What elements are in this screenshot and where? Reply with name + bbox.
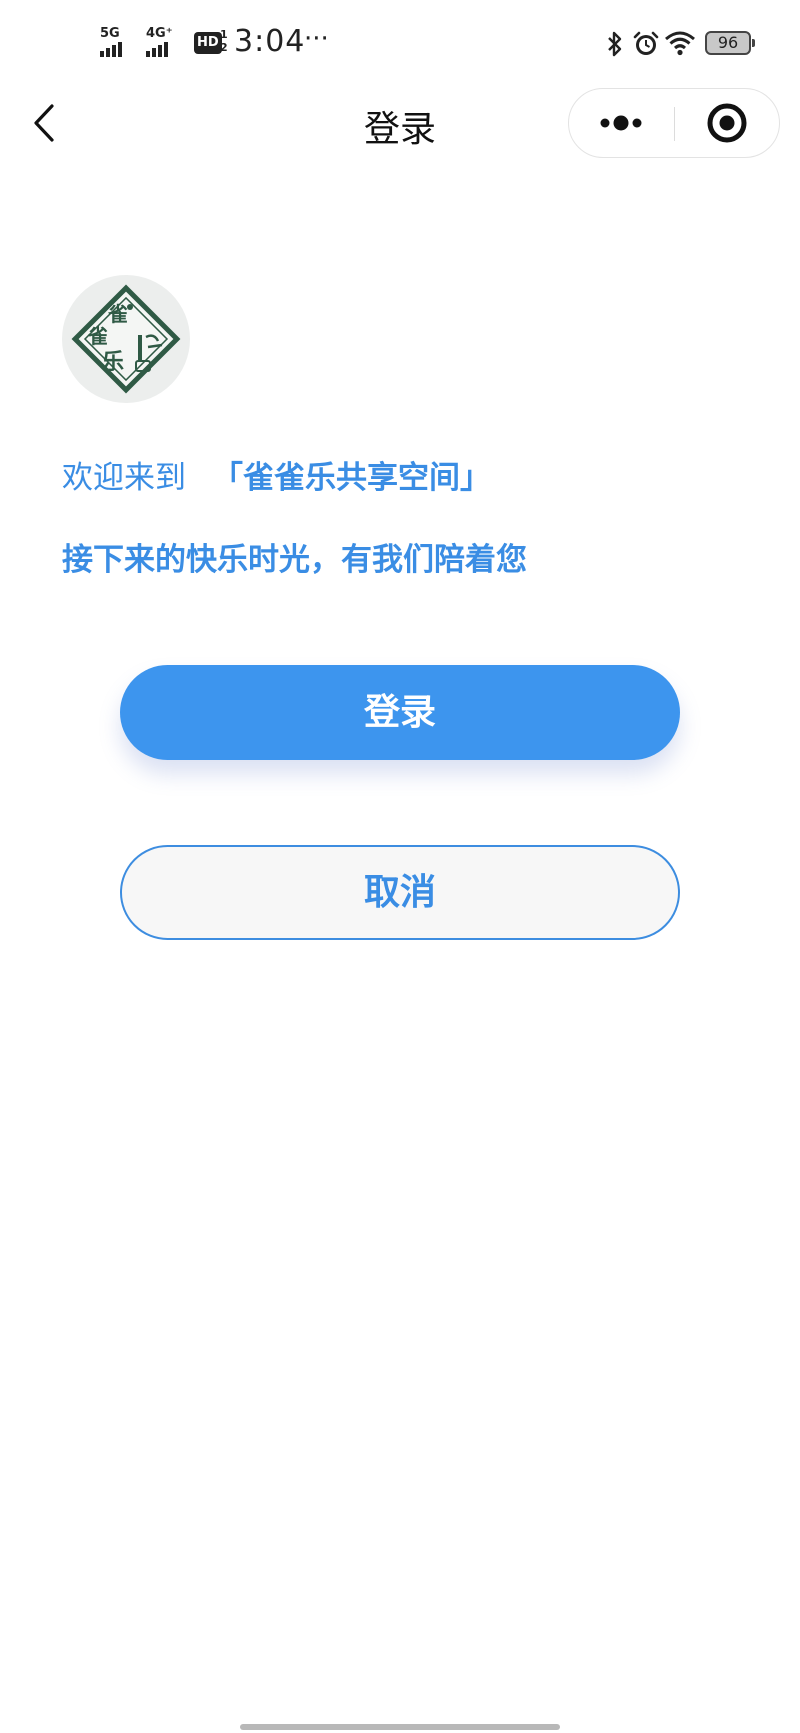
network-type-label: 4G⁺: [146, 26, 173, 41]
target-close-icon: [707, 103, 747, 143]
welcome-subline: 接下来的快乐时光，有我们陪着您: [62, 542, 527, 578]
network-type-label: 5G: [100, 26, 120, 41]
login-page: 5G 4G⁺ HD 12 3:04 ··· 96 登录 雀 雀 乐 欢迎来到 「…: [0, 0, 800, 1733]
cellular-signal-5g: 5G: [100, 26, 122, 57]
bluetooth-icon: [608, 31, 622, 57]
app-logo: 雀 雀 乐: [62, 275, 190, 403]
notification-more-icon: ···: [304, 24, 329, 54]
welcome-prefix: 欢迎来到: [62, 460, 186, 496]
status-bar: 5G 4G⁺ HD 12 3:04 ··· 96: [0, 0, 800, 88]
signal-bars-icon: [146, 42, 168, 57]
login-button[interactable]: 登录: [120, 665, 680, 760]
cancel-button[interactable]: 取消: [120, 845, 680, 940]
home-indicator[interactable]: [240, 1724, 560, 1730]
status-time: 3:04: [234, 24, 306, 59]
svg-text:雀: 雀: [87, 324, 108, 348]
mini-program-capsule: [568, 88, 780, 158]
more-menu-button[interactable]: [569, 89, 674, 157]
signal-bars-icon: [100, 42, 122, 57]
wifi-icon: [665, 31, 695, 56]
welcome-line: 欢迎来到 「雀雀乐共享空间」: [62, 452, 491, 497]
navigation-bar: 登录: [0, 88, 800, 158]
battery-indicator: 96: [705, 31, 755, 55]
close-mini-program-button[interactable]: [675, 89, 779, 157]
hd-voice-badge: HD: [194, 32, 222, 54]
svg-text:乐: 乐: [102, 350, 124, 375]
cellular-signal-4g: 4G⁺: [146, 26, 173, 57]
more-dots-icon: [600, 115, 642, 131]
logo-image: 雀 雀 乐: [71, 284, 181, 394]
svg-text:雀: 雀: [107, 302, 128, 326]
alarm-clock-icon: [633, 31, 659, 55]
brand-name: 「雀雀乐共享空间」: [212, 460, 491, 496]
hd-sim-index: 12: [220, 28, 228, 54]
